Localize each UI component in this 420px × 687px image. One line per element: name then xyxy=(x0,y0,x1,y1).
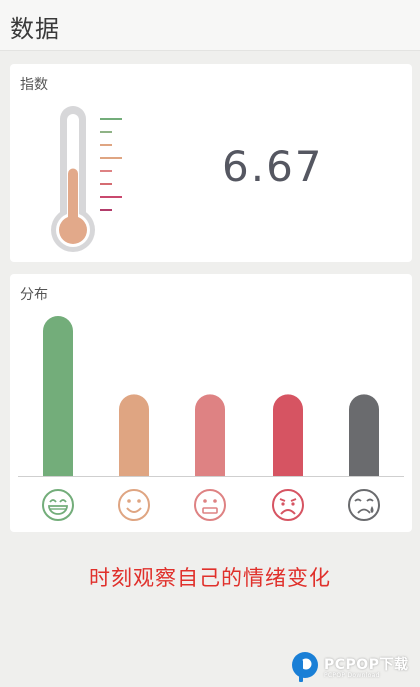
thermometer-icon xyxy=(51,106,122,252)
caption-text: 时刻观察自己的情绪变化 xyxy=(89,566,331,590)
watermark-sub: PCPOP Download xyxy=(324,672,380,679)
app-header: 数据 xyxy=(0,0,420,51)
distribution-card: 分布 xyxy=(10,274,412,532)
thermometer-tick xyxy=(100,209,112,211)
watermark-brand: PCPOP下载 xyxy=(324,657,409,673)
distribution-chart xyxy=(18,316,404,521)
bar-grinning-face xyxy=(43,316,73,476)
index-card: 指数 6.67 xyxy=(10,64,412,262)
thermometer-tick xyxy=(100,118,122,120)
grinning-face-icon xyxy=(42,489,74,521)
bar-frowning-face xyxy=(273,394,303,476)
thermometer-bulb-fill xyxy=(59,216,87,244)
thermometer-tick xyxy=(100,183,112,185)
thermometer-tick xyxy=(100,196,122,198)
bar-neutral-face xyxy=(195,394,225,476)
index-card-label: 指数 xyxy=(20,77,48,93)
pcpop-logo-icon xyxy=(292,652,318,682)
page-title: 数据 xyxy=(10,15,60,43)
thermometer-tick xyxy=(100,170,112,172)
neutral-face-icon xyxy=(194,489,226,521)
watermark: PCPOP下载 PCPOP Download xyxy=(288,648,420,687)
bar-smiling-face xyxy=(119,394,149,476)
thermometer-tick xyxy=(100,157,122,159)
frowning-face-icon xyxy=(272,489,304,521)
crying-face-icon xyxy=(348,489,380,521)
smiling-face-icon xyxy=(118,489,150,521)
thermometer-tick xyxy=(100,144,112,146)
thermometer-tick xyxy=(100,131,112,133)
thermometer-scale-ticks xyxy=(100,118,122,211)
index-value: 6.67 xyxy=(222,142,324,191)
bar-crying-face xyxy=(349,394,379,476)
